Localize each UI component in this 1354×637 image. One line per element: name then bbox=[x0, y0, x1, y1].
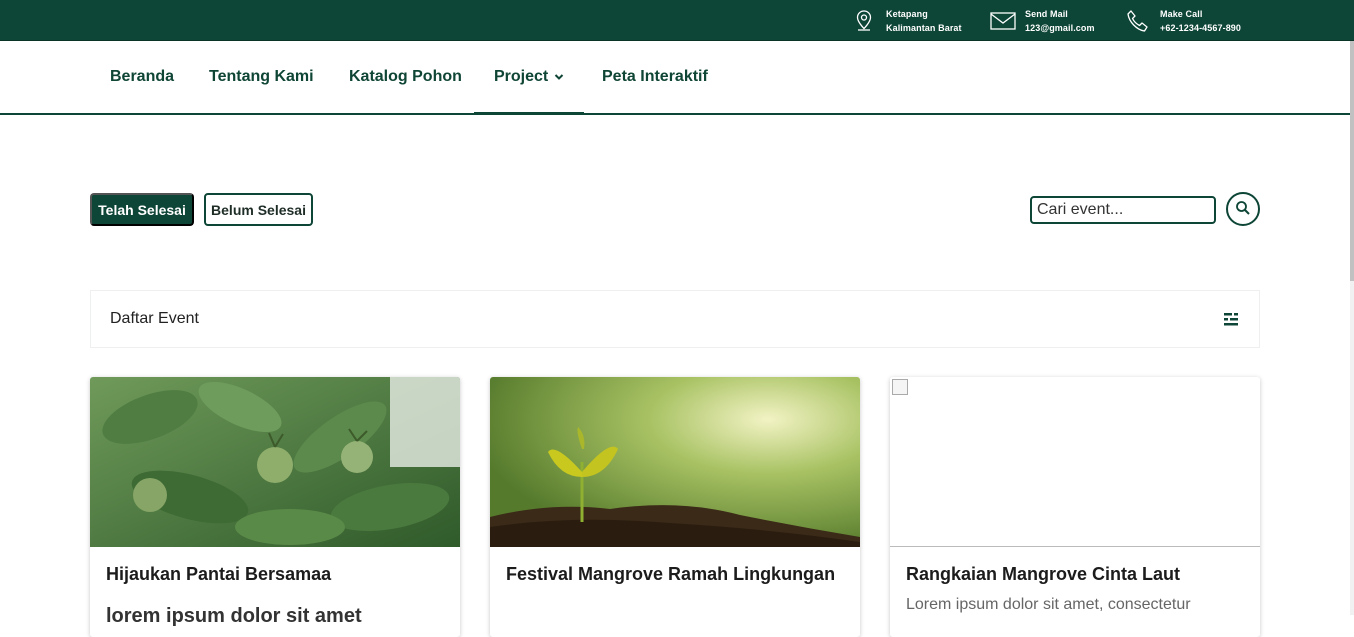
call-label: Make Call bbox=[1160, 8, 1203, 19]
event-image-sprout bbox=[490, 377, 860, 547]
call-value[interactable]: +62-1234-4567-890 bbox=[1160, 21, 1241, 35]
event-card[interactable]: Hijaukan Pantai Bersamaa lorem ipsum dol… bbox=[90, 377, 460, 637]
phone-icon bbox=[1124, 7, 1152, 35]
broken-image-icon bbox=[892, 379, 908, 395]
location-value: Kalimantan Barat bbox=[886, 22, 962, 33]
filter-pending-button[interactable]: Belum Selesai bbox=[204, 193, 313, 226]
nav-project[interactable]: Project bbox=[474, 41, 585, 115]
event-image-fruits bbox=[90, 377, 460, 547]
chevron-down-icon bbox=[554, 68, 564, 86]
call-contact[interactable]: Make Call +62-1234-4567-890 bbox=[1124, 0, 1241, 41]
nav-beranda[interactable]: Beranda bbox=[110, 41, 174, 113]
nav-peta-interaktif[interactable]: Peta Interaktif bbox=[602, 41, 708, 113]
event-card[interactable]: Rangkaian Mangrove Cinta Laut Lorem ipsu… bbox=[890, 377, 1260, 637]
location-label: Ketapang bbox=[886, 8, 928, 19]
filter-done-button[interactable]: Telah Selesai bbox=[90, 193, 194, 226]
filter-sliders-icon[interactable] bbox=[1223, 311, 1239, 327]
top-contact-bar: Ketapang Kalimantan Barat Send Mail 123@… bbox=[0, 0, 1354, 41]
nav-project-label: Project bbox=[494, 67, 549, 85]
event-list-header: Daftar Event bbox=[90, 290, 1260, 348]
event-card-title[interactable]: Hijaukan Pantai Bersamaa bbox=[106, 564, 331, 585]
search-button[interactable] bbox=[1226, 192, 1260, 226]
scrollbar-thumb[interactable] bbox=[1350, 41, 1354, 281]
nav-katalog-pohon[interactable]: Katalog Pohon bbox=[349, 41, 462, 113]
event-card-desc: lorem ipsum dolor sit amet bbox=[106, 605, 362, 627]
location-contact: Ketapang Kalimantan Barat bbox=[850, 0, 962, 41]
mail-label: Send Mail bbox=[1025, 8, 1068, 19]
event-card-desc: Lorem ipsum dolor sit amet, consectetur bbox=[906, 596, 1191, 613]
event-image-broken bbox=[890, 377, 1260, 547]
event-card[interactable]: Festival Mangrove Ramah Lingkungan bbox=[490, 377, 860, 637]
event-list-title: Daftar Event bbox=[110, 310, 199, 327]
main-navbar: Beranda Tentang Kami Katalog Pohon Proje… bbox=[0, 41, 1354, 115]
mail-value[interactable]: 123@gmail.com bbox=[1025, 21, 1095, 35]
envelope-icon bbox=[989, 7, 1017, 35]
mail-contact[interactable]: Send Mail 123@gmail.com bbox=[989, 0, 1095, 41]
nav-tentang-kami[interactable]: Tentang Kami bbox=[209, 41, 314, 113]
map-pin-icon bbox=[850, 7, 878, 35]
search-icon bbox=[1235, 200, 1251, 219]
event-card-title[interactable]: Rangkaian Mangrove Cinta Laut bbox=[906, 564, 1180, 585]
search-input[interactable] bbox=[1030, 196, 1216, 224]
event-card-title[interactable]: Festival Mangrove Ramah Lingkungan bbox=[506, 564, 835, 585]
